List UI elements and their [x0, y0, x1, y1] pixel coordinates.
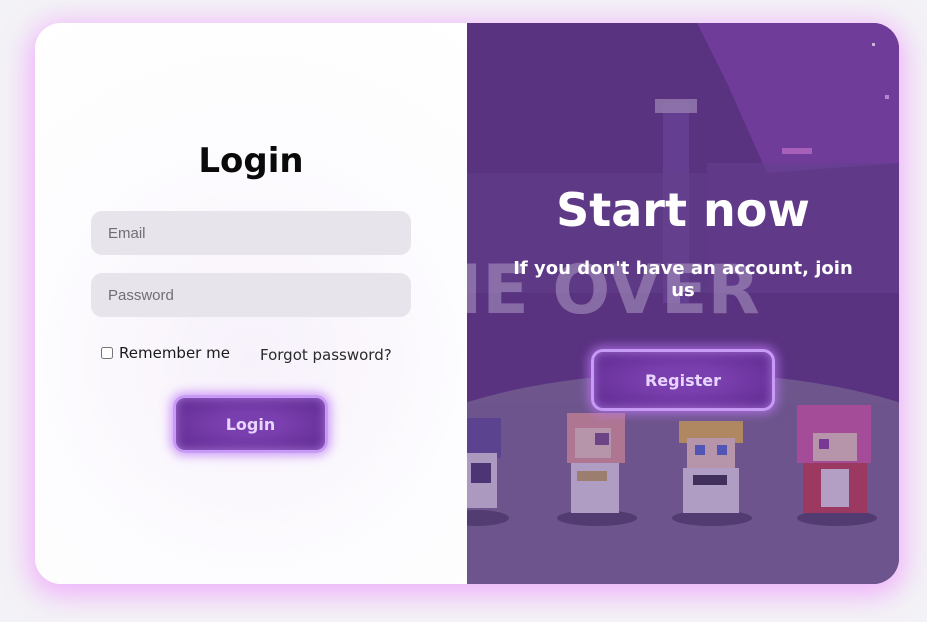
- login-panel: Login Remember me Forgot password? Login: [35, 23, 467, 584]
- signup-subtitle: If you don't have an account, join us: [513, 258, 853, 301]
- tint-overlay: [467, 23, 899, 584]
- signup-panel: IE OVER Start now If you don't have an a…: [467, 23, 899, 584]
- remember-checkbox[interactable]: [101, 347, 113, 359]
- login-button[interactable]: Login: [173, 395, 328, 453]
- start-now-title: Start now: [556, 183, 810, 237]
- register-button[interactable]: Register: [591, 349, 775, 411]
- password-field[interactable]: [91, 273, 411, 317]
- email-field[interactable]: [91, 211, 411, 255]
- forgot-password-link[interactable]: Forgot password?: [260, 346, 392, 364]
- remember-me[interactable]: Remember me: [101, 344, 230, 362]
- remember-label: Remember me: [119, 344, 230, 362]
- auth-card: Login Remember me Forgot password? Login…: [35, 23, 899, 584]
- login-title: Login: [198, 141, 304, 181]
